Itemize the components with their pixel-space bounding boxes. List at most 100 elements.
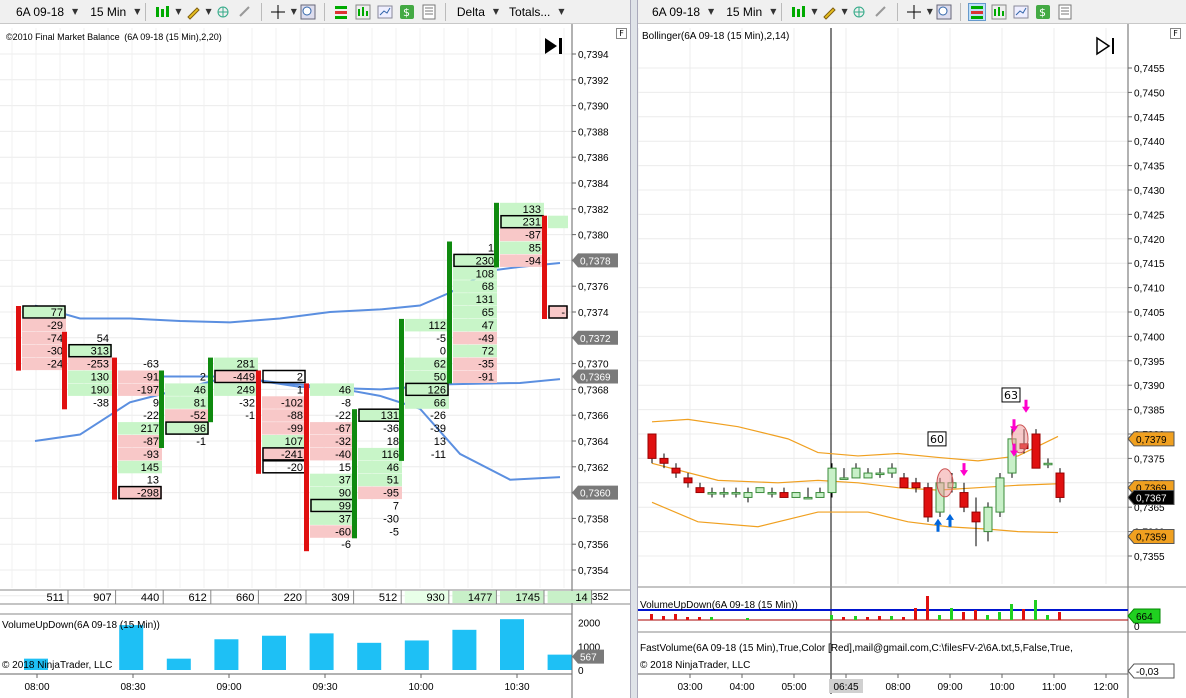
footprint-cell-value: -22	[335, 410, 351, 422]
footprint-cell-value: 145	[141, 462, 159, 474]
indicators-icon[interactable]	[333, 4, 349, 20]
price-tick-label: 0,7400	[1134, 332, 1165, 343]
candle-body	[959, 492, 969, 508]
strategies-icon[interactable]	[991, 4, 1007, 20]
zoom-icon[interactable]	[936, 4, 952, 20]
crosshair-icon[interactable]	[906, 4, 922, 20]
candle-body	[707, 492, 717, 495]
window-splitter[interactable]	[630, 0, 638, 698]
time-tick-label: 09:00	[937, 682, 962, 693]
chevron-down-icon[interactable]: ▼	[175, 7, 181, 16]
total-value: 930	[426, 592, 444, 604]
panel-float-button[interactable]: F	[1170, 28, 1181, 39]
footprint-cell-value: -87	[143, 436, 159, 448]
dollar-icon[interactable]: $	[399, 4, 415, 20]
candle-body	[875, 472, 885, 476]
indicator-title-name: ©2010 Final Market Balance	[6, 32, 120, 42]
candle-body	[695, 487, 705, 494]
footprint-cell-value: -30	[47, 346, 63, 358]
indicators-icon[interactable]	[967, 2, 986, 21]
candle-body	[815, 492, 825, 498]
footprint-cell	[548, 215, 568, 229]
footprint-cell-value: 68	[482, 281, 494, 293]
interval-selector[interactable]: 15 Min	[720, 5, 768, 19]
bollinger-chart-area[interactable]: 0,7455 0,7450 0,7445 0,7440 0,7435 0,7430 0,74…	[638, 24, 1186, 698]
footprint-chart-area[interactable]: 0,7394 0,7392 0,7390 0,7388 0,7386 0,7384 0,73…	[0, 24, 630, 698]
instrument-selector[interactable]: 6A 09-18	[0, 5, 70, 19]
properties-icon[interactable]	[1057, 4, 1073, 20]
bar-type-icon[interactable]	[154, 4, 170, 20]
template-icon[interactable]	[1013, 4, 1029, 20]
footprint-body-bar	[159, 370, 164, 448]
bollinger-title: Bollinger(6A 09-18 (15 Min),2,14)	[642, 31, 790, 42]
price-tick-label: 0,7445	[1134, 113, 1165, 124]
candle-body	[731, 492, 741, 495]
snap-icon[interactable]	[215, 4, 231, 20]
chevron-down-icon[interactable]: ▼	[558, 7, 564, 16]
price-tick-label: 0,7440	[1134, 137, 1165, 148]
bar-type-icon[interactable]	[790, 4, 806, 20]
zoom-icon[interactable]	[300, 4, 316, 20]
footprint-cell-value: -67	[335, 423, 351, 435]
price-tick-label: 0,7390	[578, 102, 609, 113]
strategies-icon[interactable]	[355, 4, 371, 20]
footprint-cell-value: -29	[47, 320, 63, 332]
volume-bar	[974, 610, 977, 620]
volume-bar	[962, 612, 965, 620]
chevron-down-icon[interactable]: ▼	[927, 7, 933, 16]
toolbar-divider	[781, 2, 783, 21]
footprint-body-bar	[352, 409, 357, 539]
snap-icon[interactable]	[851, 4, 867, 20]
crosshair-icon[interactable]	[270, 4, 286, 20]
footprint-cell-value: -40	[335, 449, 351, 461]
chevron-down-icon[interactable]: ▼	[206, 7, 212, 16]
volume-bar	[926, 596, 929, 620]
chevron-down-icon[interactable]: ▼	[493, 7, 499, 16]
chevron-down-icon[interactable]: ▼	[770, 7, 776, 16]
link-icon[interactable]	[873, 4, 889, 20]
volume-bar	[357, 642, 382, 670]
panel-float-button[interactable]: F	[616, 28, 627, 39]
footprint-cell-value: -449	[233, 372, 255, 384]
chevron-down-icon[interactable]: ▼	[72, 7, 78, 16]
totals-dropdown[interactable]: Totals...	[503, 5, 556, 19]
interval-selector[interactable]: 15 Min	[84, 5, 132, 19]
footprint-cell-value: 116	[381, 449, 399, 461]
footprint-cell-value: 46	[339, 384, 351, 396]
link-icon[interactable]	[237, 4, 253, 20]
price-tick-label: 0,7358	[578, 514, 609, 525]
chevron-down-icon[interactable]: ▼	[811, 7, 817, 16]
indicator-title-params: (6A 09-18 (15 Min),2,20)	[124, 32, 222, 42]
pencil-icon[interactable]	[821, 4, 837, 20]
chevron-down-icon[interactable]: ▼	[708, 7, 714, 16]
footprint-cell-value: 66	[434, 397, 446, 409]
properties-icon[interactable]	[421, 4, 437, 20]
time-tick-label: 11:00	[1042, 682, 1067, 693]
volume-bar	[500, 619, 524, 670]
instrument-selector[interactable]: 6A 09-18	[638, 5, 706, 19]
candle-body	[755, 487, 765, 494]
pencil-icon[interactable]	[185, 4, 201, 20]
delta-dropdown[interactable]: Delta	[451, 5, 491, 19]
chevron-down-icon[interactable]: ▼	[291, 7, 297, 16]
price-tick-label: 0,7455	[1134, 64, 1165, 75]
scroll-to-end-icon[interactable]	[1095, 36, 1119, 59]
time-tick-label: 09:30	[312, 682, 337, 693]
time-tick-label: 08:00	[24, 682, 49, 693]
scroll-to-end-icon[interactable]	[543, 36, 565, 59]
indicator-title: ©2010 Final Market Balance (6A 09-18 (15…	[6, 32, 222, 42]
total-value: 907	[93, 592, 111, 604]
time-tick-label: 04:00	[729, 682, 754, 693]
footprint-body-bar	[304, 383, 309, 552]
price-tick-label: 0,7425	[1134, 210, 1165, 221]
volume-bar	[902, 617, 905, 620]
toolbar-divider	[260, 2, 262, 21]
template-icon[interactable]	[377, 4, 393, 20]
dollar-icon[interactable]: $	[1035, 4, 1051, 20]
chevron-down-icon[interactable]: ▼	[134, 7, 140, 16]
time-tick-label: 10:30	[504, 682, 529, 693]
footprint-cell-value: -	[561, 307, 565, 319]
chevron-down-icon[interactable]: ▼	[842, 7, 848, 16]
fastvolume-marker-label: -0,03	[1136, 667, 1159, 678]
price-marker-label: 0,7369	[580, 373, 611, 384]
